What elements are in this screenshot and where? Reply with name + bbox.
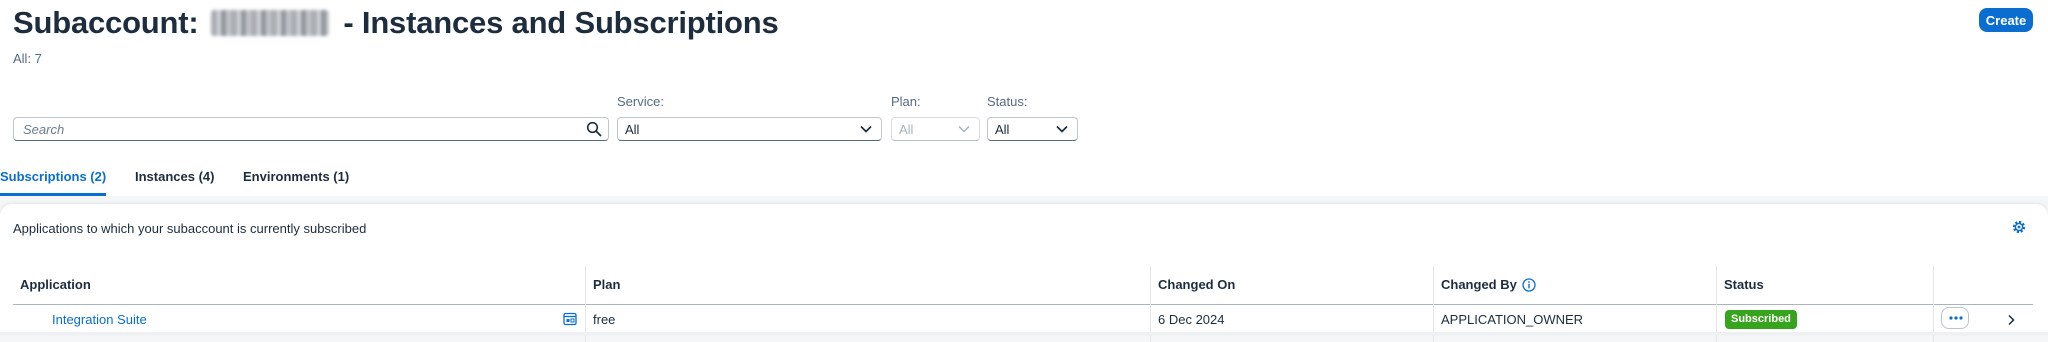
page-title-prefix: Subaccount: [13,5,199,40]
settings-icon[interactable] [2011,219,2027,235]
status-badge: Subscribed [1725,310,1797,329]
table-header: Application Plan Changed On Changed By S… [13,266,2033,342]
chevron-right-icon[interactable] [2007,314,2015,326]
changed-on-cell: 6 Dec 2024 [1158,312,1225,327]
page-title: Subaccount: - Instances and Subscription… [13,2,779,44]
subaccount-name-redacted [210,9,329,36]
tab-instances[interactable]: Instances (4) [135,165,214,193]
plan-select-value: All [899,122,914,137]
page-title-suffix: - Instances and Subscriptions [343,5,779,40]
items-count: All: 7 [13,51,42,66]
info-icon[interactable] [1522,278,1536,292]
service-select-value: All [625,122,640,137]
column-header-plan[interactable]: Plan [593,266,620,304]
application-icon[interactable] [563,312,577,326]
status-filter-label: Status: [987,94,1028,109]
plan-cell: free [593,312,616,327]
column-header-application[interactable]: Application [20,266,91,304]
plan-filter-label: Plan: [891,94,921,109]
tab-subscriptions[interactable]: Subscriptions (2) [0,165,107,196]
tab-environments[interactable]: Environments (1) [243,165,349,193]
application-link[interactable]: Integration Suite [52,305,147,334]
search-placeholder: Search [23,122,65,137]
status-select[interactable]: All [987,117,1078,141]
plan-select: All [891,117,980,141]
page-header: Subaccount: - Instances and Subscription… [0,0,2048,196]
column-header-changed-on[interactable]: Changed On [1158,266,1235,304]
service-filter-label: Service: [617,94,664,109]
more-actions-button[interactable] [1941,307,1969,329]
service-select[interactable]: All [617,117,882,141]
create-button[interactable]: Create [1979,8,2033,32]
table-description: Applications to which your subaccount is… [13,221,367,236]
search-icon[interactable] [586,121,602,137]
status-select-value: All [995,122,1010,137]
table-row[interactable]: Integration Suite free 6 Dec 2024 APPLIC… [13,305,2033,334]
column-header-status[interactable]: Status [1724,266,1764,304]
search-input[interactable]: Search [13,117,609,141]
column-header-changed-by[interactable]: Changed By [1441,266,1517,304]
chevron-down-icon [860,125,872,133]
chevron-down-icon [1056,125,1068,133]
changed-by-cell: APPLICATION_OWNER [1441,312,1584,327]
more-icon [1949,316,1963,320]
chevron-down-icon [958,125,970,133]
subscriptions-table-card: Applications to which your subaccount is… [0,204,2048,342]
